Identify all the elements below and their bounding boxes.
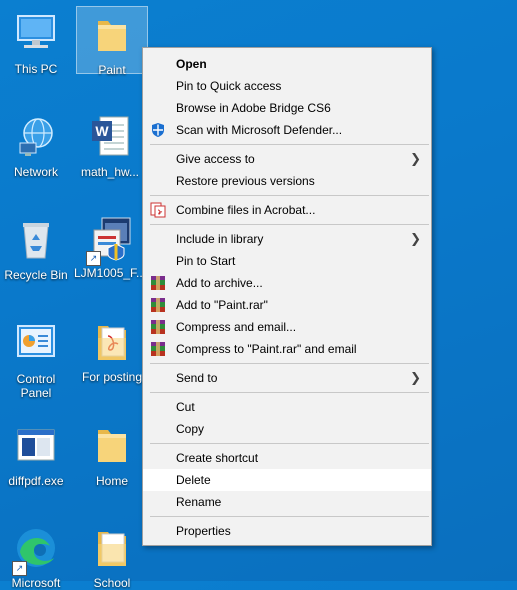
desktop-icon-diffpdf[interactable]: diffpdf.exe bbox=[0, 422, 72, 488]
winrar-icon bbox=[150, 297, 166, 313]
menu-item-label: Send to bbox=[176, 371, 218, 385]
menu-item-add-archive[interactable]: Add to archive... bbox=[143, 272, 431, 294]
desktop-icon-label: For posting bbox=[81, 370, 143, 384]
menu-item-label: Delete bbox=[176, 473, 211, 487]
desktop-icon-label: Paint bbox=[98, 63, 126, 77]
menu-item-cut[interactable]: Cut bbox=[143, 396, 431, 418]
desktop-icon-math-hw[interactable]: W math_hw... bbox=[74, 113, 146, 179]
desktop-icon-for-posting[interactable]: For posting bbox=[76, 318, 148, 384]
pdf-folder-icon bbox=[88, 318, 136, 366]
menu-item-give-access[interactable]: Give access to ❯ bbox=[143, 148, 431, 170]
desktop-icon-label: LJM1005_F... bbox=[74, 266, 147, 280]
menu-item-rename[interactable]: Rename bbox=[143, 491, 431, 513]
menu-item-delete[interactable]: Delete bbox=[143, 469, 431, 491]
menu-item-send-to[interactable]: Send to ❯ bbox=[143, 367, 431, 389]
folder-icon bbox=[88, 422, 136, 470]
desktop-icon-microsoft-edge[interactable]: ↗ Microsoft bbox=[0, 524, 72, 590]
menu-item-combine-acrobat[interactable]: Combine files in Acrobat... bbox=[143, 199, 431, 221]
menu-item-scan-defender[interactable]: Scan with Microsoft Defender... bbox=[143, 119, 431, 141]
menu-item-add-to-rar[interactable]: Add to "Paint.rar" bbox=[143, 294, 431, 316]
desktop-icon-label: Network bbox=[13, 165, 58, 179]
menu-item-open[interactable]: Open bbox=[143, 53, 431, 75]
menu-separator bbox=[150, 516, 429, 517]
folder-icon bbox=[88, 524, 136, 572]
network-globe-icon bbox=[12, 113, 60, 161]
desktop-icon-home-folder[interactable]: Home bbox=[76, 422, 148, 488]
menu-item-label: Include in library bbox=[176, 232, 264, 246]
winrar-icon bbox=[150, 275, 166, 291]
recycle-bin-icon bbox=[12, 216, 60, 264]
menu-separator bbox=[150, 392, 429, 393]
menu-separator bbox=[150, 224, 429, 225]
desktop-icon-network[interactable]: Network bbox=[0, 113, 72, 179]
menu-item-pin-start[interactable]: Pin to Start bbox=[143, 250, 431, 272]
menu-item-properties[interactable]: Properties bbox=[143, 520, 431, 542]
winrar-icon bbox=[150, 319, 166, 335]
desktop-icon-control-panel[interactable]: Control Panel bbox=[0, 320, 72, 400]
menu-item-label: Give access to bbox=[176, 152, 255, 166]
menu-separator bbox=[150, 144, 429, 145]
desktop-icon-this-pc[interactable]: This PC bbox=[0, 10, 72, 76]
desktop-icon-label: Home bbox=[95, 474, 128, 488]
desktop-icon-paint-folder[interactable]: Paint bbox=[76, 6, 148, 77]
menu-item-label: Scan with Microsoft Defender... bbox=[176, 123, 343, 137]
menu-item-restore-versions[interactable]: Restore previous versions bbox=[143, 170, 431, 192]
svg-text:W: W bbox=[95, 123, 109, 139]
menu-separator bbox=[150, 195, 429, 196]
shortcut-arrow-icon: ↗ bbox=[12, 561, 27, 576]
winrar-icon bbox=[150, 341, 166, 357]
application-window-icon bbox=[12, 422, 60, 470]
menu-item-label: Pin to Quick access bbox=[176, 79, 282, 93]
menu-item-label: Compress to "Paint.rar" and email bbox=[176, 342, 357, 356]
defender-shield-icon bbox=[150, 122, 166, 138]
acrobat-combine-icon bbox=[150, 202, 166, 218]
menu-item-label: Add to "Paint.rar" bbox=[176, 298, 268, 312]
menu-separator bbox=[150, 443, 429, 444]
control-panel-icon bbox=[12, 320, 60, 368]
installer-package-icon: ↗ bbox=[86, 214, 134, 266]
menu-item-label: Create shortcut bbox=[176, 451, 259, 465]
menu-item-pin-quick-access[interactable]: Pin to Quick access bbox=[143, 75, 431, 97]
desktop-icon-label: School bbox=[93, 576, 131, 590]
menu-item-compress-email[interactable]: Compress and email... bbox=[143, 316, 431, 338]
desktop-icon-label: diffpdf.exe bbox=[8, 474, 64, 488]
menu-item-label: Combine files in Acrobat... bbox=[176, 203, 316, 217]
folder-icon bbox=[88, 11, 136, 59]
desktop-icon-ljm1005[interactable]: ↗ LJM1005_F... bbox=[74, 214, 146, 280]
menu-item-compress-rar-email[interactable]: Compress to "Paint.rar" and email bbox=[143, 338, 431, 360]
desktop-icon-label: Microsoft bbox=[11, 576, 61, 590]
desktop-icon-label: Control Panel bbox=[16, 372, 56, 400]
menu-item-label: Restore previous versions bbox=[176, 174, 315, 188]
desktop-icon-school-folder[interactable]: School bbox=[76, 524, 148, 590]
chevron-right-icon: ❯ bbox=[410, 151, 421, 166]
chevron-right-icon: ❯ bbox=[410, 370, 421, 385]
menu-item-label: Compress and email... bbox=[176, 320, 297, 334]
edge-browser-icon: ↗ bbox=[12, 524, 60, 576]
menu-item-label: Open bbox=[176, 57, 207, 71]
menu-item-create-shortcut[interactable]: Create shortcut bbox=[143, 447, 431, 469]
menu-separator bbox=[150, 363, 429, 364]
menu-item-label: Copy bbox=[176, 422, 205, 436]
word-document-icon: W bbox=[86, 113, 134, 161]
chevron-right-icon: ❯ bbox=[410, 231, 421, 246]
context-menu: Open Pin to Quick access Browse in Adobe… bbox=[142, 47, 432, 546]
menu-item-copy[interactable]: Copy bbox=[143, 418, 431, 440]
computer-icon bbox=[12, 10, 60, 58]
menu-item-label: Browse in Adobe Bridge CS6 bbox=[176, 101, 331, 115]
menu-item-label: Add to archive... bbox=[176, 276, 263, 290]
shortcut-arrow-icon: ↗ bbox=[86, 251, 101, 266]
desktop-icon-label: This PC bbox=[14, 62, 58, 76]
menu-item-label: Properties bbox=[176, 524, 231, 538]
menu-item-label: Rename bbox=[176, 495, 222, 509]
menu-item-label: Pin to Start bbox=[176, 254, 236, 268]
desktop-icon-label: math_hw... bbox=[80, 165, 140, 179]
menu-item-label: Cut bbox=[176, 400, 195, 414]
desktop-icon-label: Recycle Bin bbox=[4, 268, 68, 282]
menu-item-browse-bridge[interactable]: Browse in Adobe Bridge CS6 bbox=[143, 97, 431, 119]
desktop-icon-recycle-bin[interactable]: Recycle Bin bbox=[0, 216, 72, 282]
menu-item-include-library[interactable]: Include in library ❯ bbox=[143, 228, 431, 250]
